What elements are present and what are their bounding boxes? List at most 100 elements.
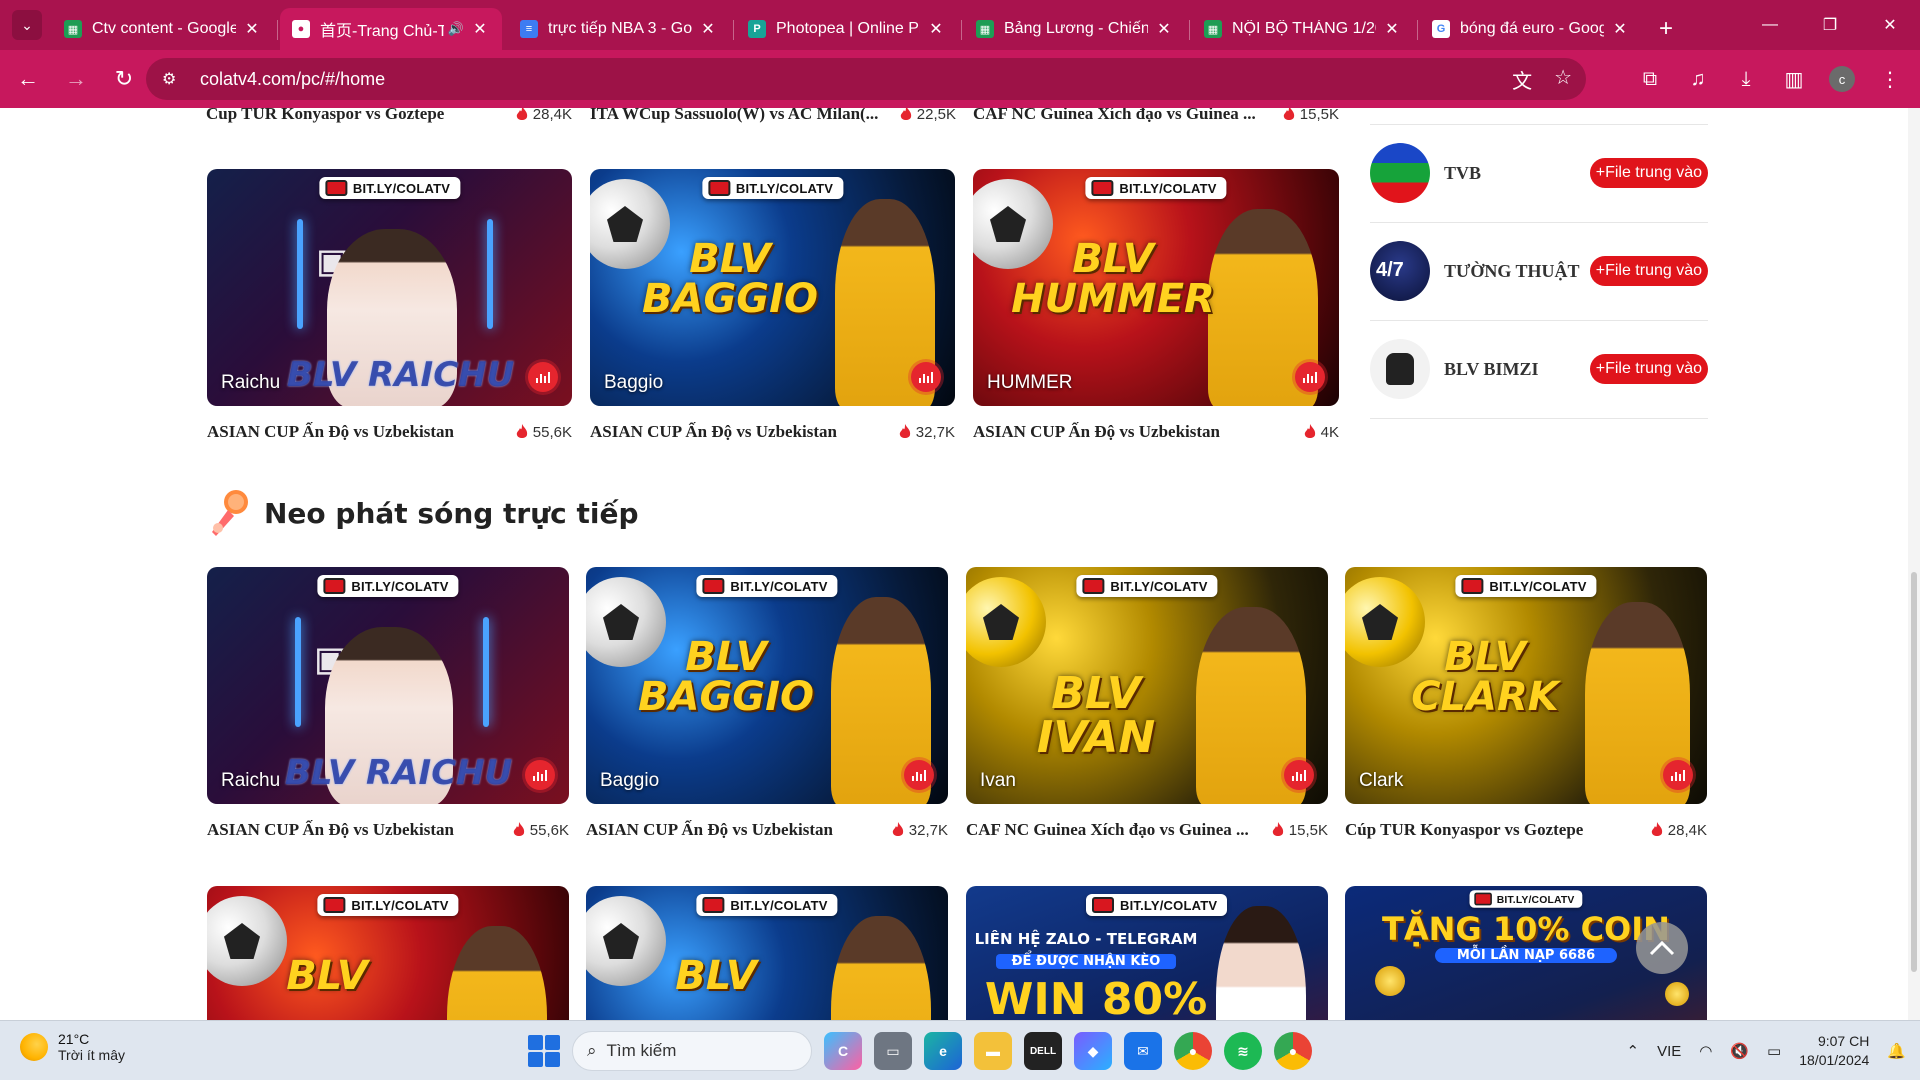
tab-noi-bo[interactable]: ▦ NỘI BỘ THÁNG 1/20 ✕	[1192, 8, 1418, 50]
scroll-to-top-button[interactable]	[1636, 922, 1688, 974]
promo-line-1: LIÊN HỆ ZALO - TELEGRAM	[974, 930, 1198, 948]
windows-start-icon[interactable]	[528, 1035, 560, 1067]
edge-icon[interactable]: e	[924, 1032, 962, 1070]
streamer-name: Baggio	[604, 372, 664, 393]
menu-kebab-icon[interactable]: ⋮	[1870, 59, 1910, 99]
clock[interactable]: 9:07 CH 18/01/2024	[1799, 1032, 1869, 1070]
card-caption[interactable]: ASIAN CUP Ấn Độ vs Uzbekistan 32,7K	[590, 420, 955, 444]
card-caption[interactable]: Cúp TUR Konyaspor vs Goztepe 28,4K	[1345, 818, 1707, 842]
card-caption[interactable]: ITA WCup Sassuolo(W) vs AC Milan(... 22,…	[590, 108, 956, 126]
stream-card-raichu[interactable]: ▣▤ BIT.LY/COLATV BLV RAICHU Raichu	[207, 169, 572, 406]
chrome-icon[interactable]: ●	[1174, 1032, 1212, 1070]
scrollbar-thumb[interactable]	[1911, 572, 1917, 972]
stream-card-baggio[interactable]: BIT.LY/COLATV BLV BAGGIO Baggio	[586, 567, 948, 804]
live-signal-icon[interactable]	[1295, 362, 1325, 392]
url-text[interactable]: colatv4.com/pc/#/home	[200, 69, 385, 90]
close-icon[interactable]: ✕	[242, 19, 262, 39]
media-control-icon[interactable]: ♫	[1678, 59, 1718, 99]
file-explorer-icon[interactable]: ▬	[974, 1032, 1012, 1070]
follow-button[interactable]: +File trung vào	[1589, 256, 1708, 286]
colatv-badge: BIT.LY/COLATV	[317, 894, 459, 916]
close-icon[interactable]: ✕	[698, 19, 718, 39]
task-view-icon[interactable]: ▭	[874, 1032, 912, 1070]
tab-photopea[interactable]: P Photopea | Online Ph ✕	[736, 8, 962, 50]
live-signal-icon[interactable]	[1284, 760, 1314, 790]
minimize-button[interactable]: —	[1740, 0, 1800, 50]
language-indicator[interactable]: VIE	[1657, 1043, 1681, 1060]
photos-icon[interactable]: ◆	[1074, 1032, 1112, 1070]
close-icon[interactable]: ✕	[1154, 19, 1174, 39]
live-signal-icon[interactable]	[525, 760, 555, 790]
tab-bang-luong[interactable]: ▦ Bảng Lương - Chiến ✕	[964, 8, 1190, 50]
back-button[interactable]: ←	[8, 59, 48, 99]
translate-icon[interactable]: 文	[1512, 65, 1532, 94]
follow-button[interactable]: +File trung vào	[1589, 354, 1708, 384]
tab-nba[interactable]: ≡ trực tiếp NBA 3 - Goo ✕	[508, 8, 734, 50]
card-caption[interactable]: Cup TUR Konyaspor vs Goztepe 28,4K	[206, 108, 572, 126]
extensions-icon[interactable]: ⧉	[1630, 59, 1670, 99]
channel-row-tvb[interactable]: TVB +File trung vào	[1370, 134, 1708, 212]
card-caption[interactable]: CAF NC Guinea Xích đạo vs Guinea ... 15,…	[966, 818, 1328, 842]
channel-name: TVB	[1444, 162, 1482, 183]
stream-card-hummer[interactable]: BIT.LY/COLATV BLV	[207, 886, 569, 1020]
card-caption[interactable]: ASIAN CUP Ấn Độ vs Uzbekistan 32,7K	[586, 818, 948, 842]
spotify-icon[interactable]: ≋	[1224, 1032, 1262, 1070]
tab-ctv-content[interactable]: ▦ Ctv content - Google ✕	[52, 8, 278, 50]
close-icon[interactable]: ✕	[470, 19, 490, 39]
page-scrollbar[interactable]	[1908, 108, 1920, 1020]
taskbar-search[interactable]: ⌕ Tìm kiếm	[572, 1031, 812, 1071]
tab-bong-da-euro[interactable]: G bóng đá euro - Goog ✕	[1420, 8, 1642, 50]
close-icon[interactable]: ✕	[1610, 19, 1630, 39]
volume-muted-icon[interactable]: 🔇	[1730, 1042, 1749, 1060]
copilot-icon[interactable]: C	[824, 1032, 862, 1070]
mail-icon[interactable]: ✉	[1124, 1032, 1162, 1070]
live-signal-icon[interactable]	[1663, 760, 1693, 790]
tv-logo-icon	[702, 897, 725, 913]
dell-icon[interactable]: DELL	[1024, 1032, 1062, 1070]
card-caption[interactable]: ASIAN CUP Ấn Độ vs Uzbekistan 4K	[973, 420, 1339, 444]
blv-bimzi-logo	[1370, 339, 1430, 399]
forward-button[interactable]: →	[56, 59, 96, 99]
channel-row-tuong-thuat[interactable]: 4/7 TƯỜNG THUẬT +File trung vào	[1370, 232, 1708, 310]
stream-card-baggio[interactable]: BIT.LY/COLATV BLV BAGGIO Baggio	[590, 169, 955, 406]
bookmark-star-icon[interactable]: ☆	[1554, 65, 1572, 94]
new-tab-button[interactable]: +	[1648, 8, 1684, 50]
card-caption[interactable]: ASIAN CUP Ấn Độ vs Uzbekistan 55,6K	[207, 818, 569, 842]
promo-banner-zalo[interactable]: BIT.LY/COLATV LIÊN HỆ ZALO - TELEGRAM ĐỂ…	[966, 886, 1328, 1020]
channel-row-blv-bimzi[interactable]: BLV BIMZI +File trung vào	[1370, 330, 1708, 408]
chrome-profile-icon[interactable]: ●	[1274, 1032, 1312, 1070]
close-window-button[interactable]: ✕	[1860, 0, 1920, 50]
tab-colatv-home[interactable]: ● 首页-Trang Chủ-T 🔊 ✕	[280, 8, 502, 50]
tuong-thuat-logo: 4/7	[1370, 241, 1430, 301]
flame-icon	[516, 424, 527, 438]
close-icon[interactable]: ✕	[926, 19, 946, 39]
chevron-up-icon[interactable]: ⌃	[1627, 1042, 1640, 1060]
speaker-icon[interactable]: 🔊	[448, 21, 464, 37]
wifi-icon[interactable]: ◠	[1699, 1042, 1712, 1060]
card-caption[interactable]: ASIAN CUP Ấn Độ vs Uzbekistan 55,6K	[207, 420, 572, 444]
tab-search-button[interactable]: ⌄	[12, 10, 42, 40]
weather-widget[interactable]: 21°C Trời ít mây	[20, 1031, 125, 1063]
stream-card-mills[interactable]: BIT.LY/COLATV BLV	[586, 886, 948, 1020]
close-icon[interactable]: ✕	[1382, 19, 1402, 39]
live-signal-icon[interactable]	[904, 760, 934, 790]
card-caption[interactable]: CAF NC Guinea Xích đạo vs Guinea ... 15,…	[973, 108, 1339, 126]
side-panel-icon[interactable]: ▥	[1774, 59, 1814, 99]
address-bar[interactable]: ⚙ colatv4.com/pc/#/home 文 ☆	[146, 58, 1586, 100]
streamer-name: Ivan	[980, 770, 1016, 791]
stream-card-raichu[interactable]: ▣▤ BIT.LY/COLATV BLV RAICHU Raichu	[207, 567, 569, 804]
site-info-icon[interactable]: ⚙	[162, 69, 186, 89]
stream-card-clark[interactable]: BIT.LY/COLATV BLV CLARK Clark	[1345, 567, 1707, 804]
stream-card-ivan[interactable]: BIT.LY/COLATV BLV IVAN Ivan	[966, 567, 1328, 804]
promo-line-2: ĐỂ ĐƯỢC NHẬN KÈO	[996, 954, 1176, 969]
live-signal-icon[interactable]	[528, 362, 558, 392]
restore-button[interactable]: ❐	[1800, 0, 1860, 50]
reload-button[interactable]: ↻	[104, 59, 144, 99]
profile-button[interactable]: c	[1822, 59, 1862, 99]
stream-card-hummer[interactable]: BIT.LY/COLATV BLV HUMMER HUMMER	[973, 169, 1339, 406]
live-signal-icon[interactable]	[911, 362, 941, 392]
follow-button[interactable]: +File trung vào	[1589, 158, 1708, 188]
notification-bell-icon[interactable]: 🔔	[1887, 1042, 1906, 1060]
download-icon[interactable]: ⤓	[1726, 59, 1766, 99]
battery-icon[interactable]: ▭	[1767, 1042, 1781, 1060]
